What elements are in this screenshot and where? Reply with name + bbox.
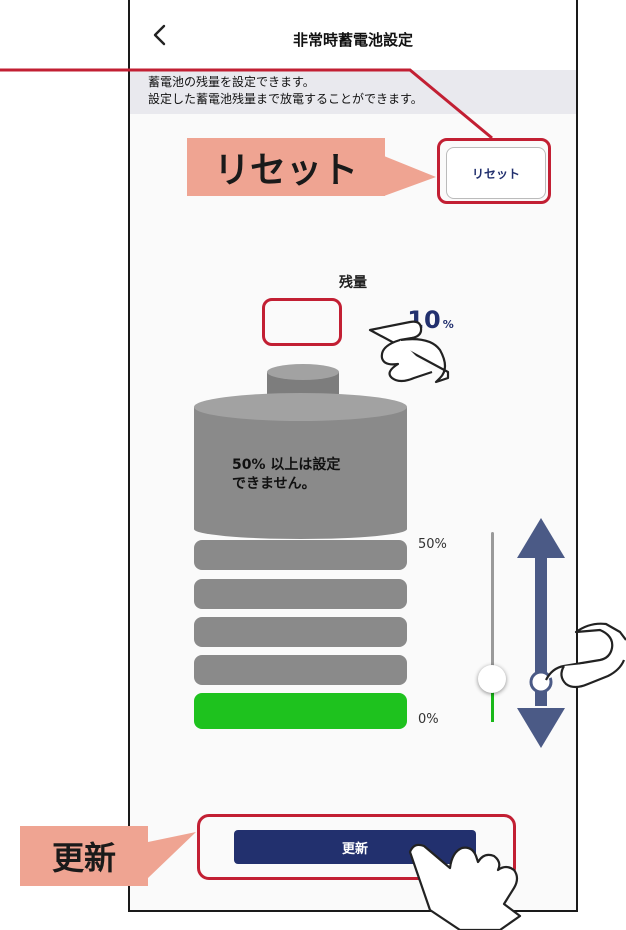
reset-callout-tail — [384, 156, 436, 196]
annotation-overlay — [0, 68, 626, 930]
pointing-hand-icon — [545, 622, 626, 689]
pointing-hand-icon — [408, 843, 522, 930]
update-callout-tail — [148, 832, 196, 878]
up-down-arrow-icon — [517, 518, 565, 748]
leader-line — [0, 68, 493, 140]
pointing-hand-icon — [368, 320, 450, 384]
